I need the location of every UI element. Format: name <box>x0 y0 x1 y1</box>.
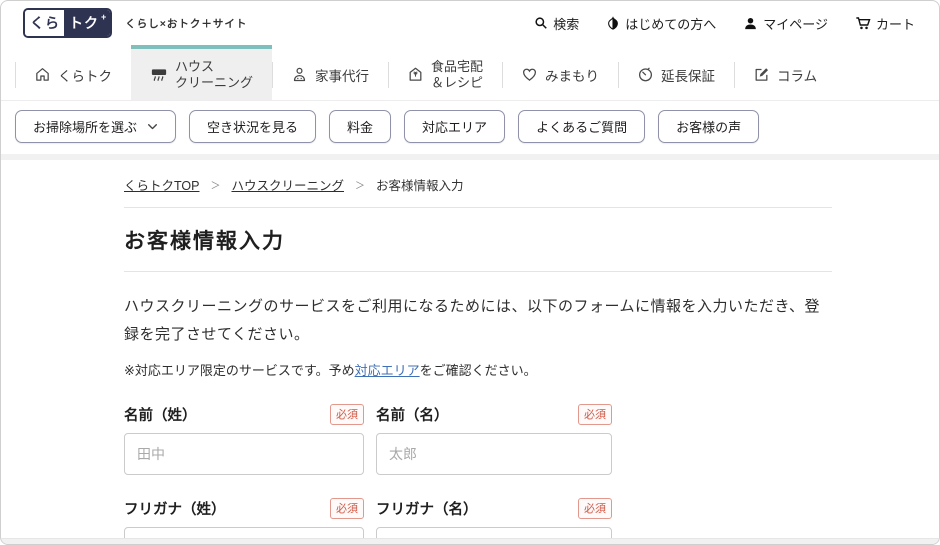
customer-voice-button[interactable]: お客様の声 <box>658 110 759 143</box>
nav-item-label: 家事代行 <box>315 65 369 85</box>
last-name-label: 名前（姓） <box>124 404 197 425</box>
nav-item-housekeeping[interactable]: 家事代行 <box>272 45 388 100</box>
pen-square-icon <box>753 66 770 83</box>
nav-item-label: 食品宅配 ＆レシピ <box>431 59 483 90</box>
beginners-guide-label: はじめての方へ <box>625 14 716 33</box>
choose-cleaning-area-label: お掃除場所を選ぶ <box>33 117 137 136</box>
field-last-name: 名前（姓） 必須 <box>124 404 364 475</box>
search-icon <box>534 16 548 30</box>
main-nav: くらトク ハウス クリーニング 家事代行 食品宅配 ＆レシピ みまもり 延 <box>1 45 939 101</box>
nav-item-label: くらトク <box>58 65 112 85</box>
logo-plus-mark: + <box>101 10 110 36</box>
nav-item-extended-warranty[interactable]: 延長保証 <box>618 45 734 100</box>
home-icon <box>34 66 51 83</box>
service-area-note-link[interactable]: 対応エリア <box>355 363 420 378</box>
breadcrumb: くらトクTOP ＞ ハウスクリーニング ＞ お客様情報入力 <box>124 160 832 207</box>
customer-voice-label: お客様の声 <box>676 117 741 136</box>
kuratoku-logo[interactable]: くら トク + <box>23 8 112 38</box>
housekeeper-icon <box>291 66 308 83</box>
breadcrumb-separator: ＞ <box>210 177 220 192</box>
divider-below-title <box>124 271 832 272</box>
nav-item-house-cleaning[interactable]: ハウス クリーニング <box>131 45 272 100</box>
nav-item-food-delivery[interactable]: 食品宅配 ＆レシピ <box>388 45 502 100</box>
cart-label: カート <box>876 14 915 33</box>
mypage-label: マイページ <box>763 14 828 33</box>
header: くら トク + くらし×おトク＋サイト 検索 はじめての方へ マイページ カート <box>1 1 939 45</box>
first-name-label: 名前（名） <box>376 404 449 425</box>
nav-item-label: みまもり <box>545 65 599 85</box>
faq-button[interactable]: よくあるご質問 <box>518 110 645 143</box>
service-area-button[interactable]: 対応エリア <box>404 110 505 143</box>
user-icon <box>743 16 758 31</box>
pricing-label: 料金 <box>347 117 373 136</box>
heart-icon <box>521 66 538 83</box>
chevron-down-icon <box>147 121 158 132</box>
nav-item-column[interactable]: コラム <box>734 45 836 100</box>
required-badge: 必須 <box>578 404 612 425</box>
service-area-label: 対応エリア <box>422 117 487 136</box>
subnav: お掃除場所を選ぶ 空き状況を見る 料金 対応エリア よくあるご質問 お客様の声 <box>1 101 939 154</box>
air-conditioner-icon <box>150 66 168 84</box>
search-label: 検索 <box>553 14 579 33</box>
main-content: くらトクTOP ＞ ハウスクリーニング ＞ お客様情報入力 お客様情報入力 ハウ… <box>1 160 939 545</box>
cart-icon <box>855 15 871 31</box>
next-section-edge <box>1 538 939 544</box>
search-button[interactable]: 検索 <box>534 14 579 33</box>
last-name-kana-label: フリガナ（姓） <box>124 498 226 519</box>
first-name-kana-label: フリガナ（名） <box>376 498 478 519</box>
logo-text-toku: トク <box>64 10 101 36</box>
note-suffix: をご確認ください。 <box>420 363 537 378</box>
faq-label: よくあるご質問 <box>536 117 627 136</box>
cart-link[interactable]: カート <box>855 14 915 33</box>
choose-cleaning-area-dropdown[interactable]: お掃除場所を選ぶ <box>15 110 176 143</box>
availability-label: 空き状況を見る <box>207 117 298 136</box>
beginners-guide-link[interactable]: はじめての方へ <box>606 14 716 33</box>
logo-text-kura: くら <box>25 10 64 36</box>
intro-text: ハウスクリーニングのサービスをご利用になるためには、以下のフォームに情報を入力い… <box>124 293 832 349</box>
header-utility-nav: 検索 はじめての方へ マイページ カート <box>534 14 915 33</box>
customer-info-form: 名前（姓） 必須 名前（名） 必須 フリガナ（姓） 必須 <box>124 404 832 545</box>
gauge-icon <box>637 66 654 83</box>
site-tagline: くらし×おトク＋サイト <box>125 16 247 31</box>
nav-item-kuratoku[interactable]: くらトク <box>15 45 131 100</box>
pricing-button[interactable]: 料金 <box>329 110 391 143</box>
nav-item-label: コラム <box>777 65 817 85</box>
breadcrumb-link-top[interactable]: くらトクTOP <box>124 175 199 194</box>
field-first-name: 名前（名） 必須 <box>376 404 612 475</box>
mypage-link[interactable]: マイページ <box>743 14 828 33</box>
page: くら トク + くらし×おトク＋サイト 検索 はじめての方へ マイページ カート <box>0 0 940 545</box>
breadcrumb-separator: ＞ <box>355 177 365 192</box>
required-badge: 必須 <box>330 498 364 519</box>
required-badge: 必須 <box>330 404 364 425</box>
nav-item-mimamori[interactable]: みまもり <box>502 45 618 100</box>
nav-item-label: 延長保証 <box>661 65 715 85</box>
breadcrumb-current: お客様情報入力 <box>376 175 464 194</box>
first-name-input[interactable] <box>376 433 612 475</box>
grocery-store-icon <box>407 66 424 83</box>
beginner-mark-icon <box>606 16 620 31</box>
nav-item-label: ハウス クリーニング <box>175 59 253 90</box>
required-badge: 必須 <box>578 498 612 519</box>
availability-button[interactable]: 空き状況を見る <box>189 110 316 143</box>
last-name-input[interactable] <box>124 433 364 475</box>
note-prefix: ※対応エリア限定のサービスです。予め <box>124 363 355 378</box>
service-area-note: ※対応エリア限定のサービスです。予め対応エリアをご確認ください。 <box>124 360 832 379</box>
page-title: お客様情報入力 <box>124 208 832 271</box>
breadcrumb-link-house-cleaning[interactable]: ハウスクリーニング <box>231 175 344 194</box>
